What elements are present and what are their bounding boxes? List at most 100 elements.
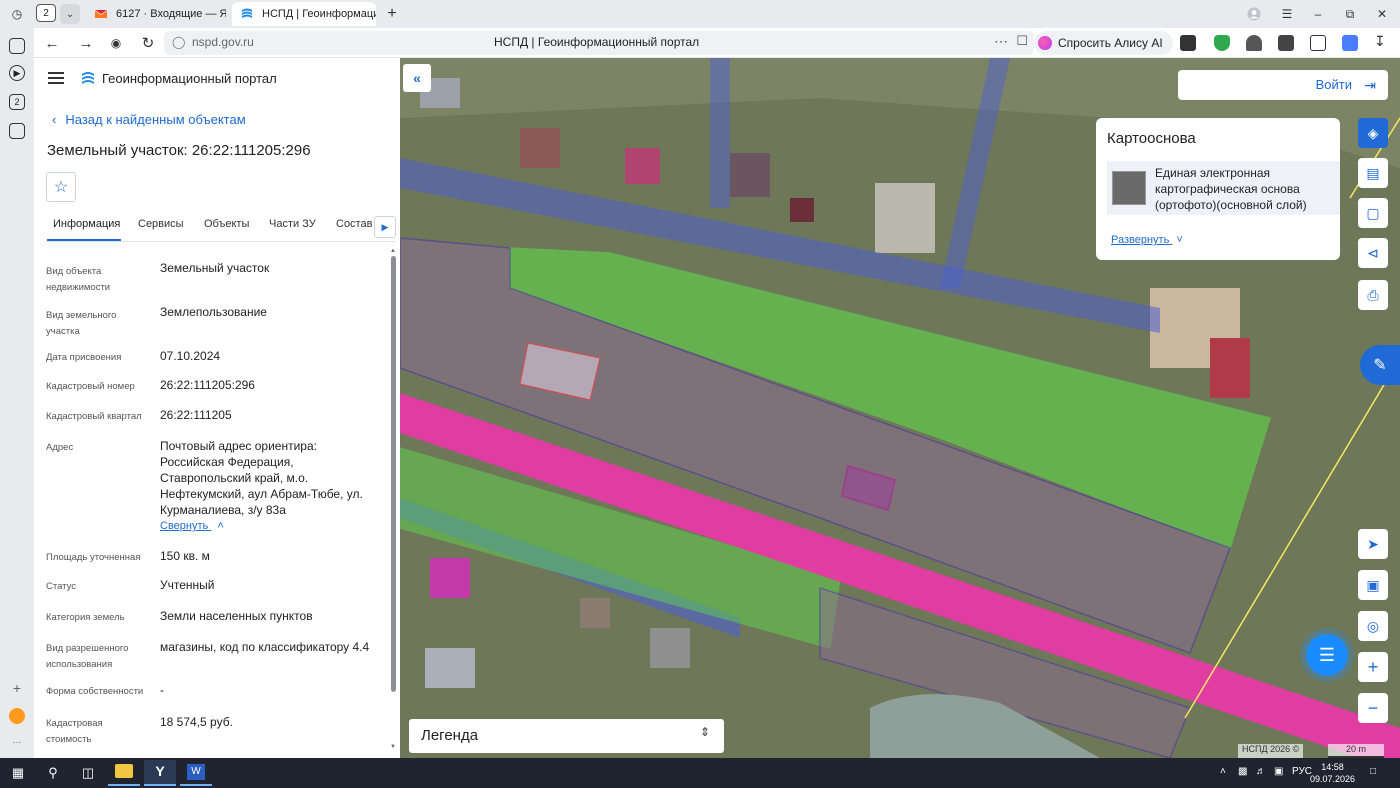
alice-label: Спросить Алису AI (1058, 36, 1163, 50)
close-window-icon[interactable]: ✕ (1368, 4, 1396, 24)
compass-button[interactable]: ◎ (1358, 611, 1388, 641)
house-roof (650, 628, 690, 668)
more-options-icon[interactable]: ⋯ (994, 33, 1008, 50)
tray-app-icon[interactable]: ▩ (1238, 766, 1247, 777)
tab-groups-icon[interactable]: 2 (9, 94, 25, 110)
alice-icon (1038, 36, 1052, 50)
compass-icon: ◎ (1366, 617, 1380, 634)
assistant-button[interactable]: ✎ (1360, 345, 1400, 385)
back-arrow-icon[interactable]: ← (42, 33, 62, 53)
tabs-scroll-right-button[interactable]: ▶ (374, 216, 396, 238)
collapse-panel-button[interactable]: « (403, 64, 431, 92)
collections-icon[interactable] (9, 38, 25, 54)
legend-dropdown[interactable]: Легенда ⇕ (409, 719, 724, 753)
tab-objects[interactable]: Объекты (204, 218, 249, 230)
select-area-button[interactable]: ▢ (1358, 198, 1388, 228)
windows-start-icon[interactable]: ▦ (8, 763, 28, 783)
house-roof (580, 598, 610, 628)
profile-icon[interactable] (1240, 4, 1268, 24)
field-value: 150 кв. м (160, 549, 210, 563)
restore-icon[interactable]: ⧉ (1336, 4, 1364, 24)
alice-button[interactable]: Спросить Алису AI (1034, 31, 1173, 55)
share-button[interactable]: ⊲ (1358, 238, 1388, 268)
field-value: Земельный участок (160, 261, 270, 275)
field-value: 26:22:111205:296 (160, 378, 255, 392)
field-value: магазины, код по классификатору 4.4 (160, 640, 370, 654)
video-icon[interactable]: ▶ (9, 65, 25, 81)
more-icon[interactable]: ⋯ (9, 734, 25, 750)
zoom-in-button[interactable]: + (1358, 652, 1388, 682)
house-roof (430, 558, 470, 598)
history-icon[interactable]: ◷ (7, 4, 27, 24)
panel-scrollbar[interactable]: ▲ ▼ (389, 248, 397, 754)
panel-tabs: Информация Сервисы Объекты Части ЗУ Сост… (46, 214, 396, 242)
network-icon[interactable]: ▣ (1274, 766, 1283, 777)
yandex-browser-app[interactable]: Y (144, 760, 176, 786)
tab-information[interactable]: Информация (53, 218, 120, 230)
yandex-mail-icon[interactable] (9, 708, 25, 724)
system-clock[interactable]: 14:58 09.07.2026 (1310, 761, 1355, 785)
tab-parts[interactable]: Части ЗУ (269, 218, 316, 230)
basemap-expand-link[interactable]: Развернуть ˅ (1111, 234, 1183, 246)
minimap-icon: ▣ (1366, 576, 1380, 593)
extension-4-icon[interactable] (1278, 35, 1294, 51)
measure-button[interactable]: ▤ (1358, 158, 1388, 188)
hamburger-menu-icon[interactable] (48, 72, 64, 84)
field-value: Земли населенных пунктов (160, 609, 313, 623)
task-view-icon[interactable]: ◫ (78, 763, 98, 783)
share-icon: ⊲ (1367, 244, 1379, 261)
tab-title: НСПД | Геоинформационный портал (262, 8, 376, 20)
portal-logo-icon (82, 72, 94, 84)
login-button[interactable]: Войти ⇥ (1178, 70, 1388, 100)
field-value: 07.10.2024 (160, 349, 221, 363)
protect-icon[interactable]: ◉ (106, 33, 126, 53)
portal-name: Геоинформационный портал (102, 71, 277, 86)
tab-count-badge[interactable]: 2 (36, 4, 56, 22)
minimap-button[interactable]: ▣ (1358, 570, 1388, 600)
favorite-star-button[interactable]: ☆ (46, 172, 76, 202)
map-view[interactable]: « Войти ⇥ Картооснова Единая электронная… (400, 58, 1400, 758)
speaker-icon[interactable]: ♬ (1256, 766, 1266, 777)
scroll-thumb[interactable] (391, 256, 396, 692)
tray-chevron-up-icon[interactable]: ˄ (1220, 766, 1226, 777)
print-button[interactable]: ⎙ (1358, 280, 1388, 310)
menu-icon[interactable]: ☰ (1273, 4, 1301, 24)
parcel-title: Земельный участок: 26:22:111205:296 (47, 142, 311, 159)
scroll-down-icon[interactable]: ▼ (390, 744, 396, 750)
tabs-dropdown-chevron-icon[interactable]: ⌄ (60, 4, 80, 24)
forward-arrow-icon[interactable]: → (76, 33, 96, 53)
tab-nspd[interactable]: НСПД | Геоинформационный портал ✕ (232, 2, 376, 26)
bookmark-icon[interactable]: ☐ (1016, 33, 1028, 49)
zoom-out-button[interactable]: − (1358, 693, 1388, 723)
url-field[interactable]: ◯ nspd.gov.ru НСПД | Геоинформационный п… (164, 31, 1034, 55)
add-panel-icon[interactable]: + (9, 680, 25, 696)
chat-button[interactable]: ☰ (1306, 634, 1348, 676)
screenshot-icon[interactable] (9, 123, 25, 139)
collapse-address-link[interactable]: Свернуть ˄ (160, 520, 224, 532)
scroll-up-icon[interactable]: ▲ (390, 248, 396, 254)
site-info-icon[interactable]: ◯ (172, 35, 185, 49)
extensions-icon[interactable] (1310, 35, 1326, 51)
reload-icon[interactable]: ↻ (138, 33, 158, 53)
my-location-button[interactable]: ➤ (1358, 529, 1388, 559)
extension-1-icon[interactable] (1180, 35, 1196, 51)
house-roof (520, 128, 560, 168)
notifications-icon[interactable]: □ (1370, 766, 1376, 777)
file-explorer-app[interactable] (108, 760, 140, 786)
word-app[interactable]: W (180, 760, 212, 786)
back-to-results-link[interactable]: ‹ Назад к найденным объектам (52, 112, 246, 127)
house-roof (1210, 338, 1250, 398)
tab-composition[interactable]: Состав (336, 218, 372, 230)
search-icon[interactable]: ⚲ (43, 763, 63, 783)
tab-services[interactable]: Сервисы (138, 218, 184, 230)
download-icon[interactable]: ↧ (1374, 33, 1390, 49)
extension-6-icon[interactable] (1342, 35, 1358, 51)
minimize-icon[interactable]: – (1304, 4, 1332, 24)
login-label: Войти (1315, 77, 1352, 92)
tab-yandex-mail[interactable]: 6127 · Входящие — Яндекс (86, 2, 226, 26)
extension-3-icon[interactable] (1246, 35, 1262, 51)
layers-button[interactable]: ◈ (1358, 118, 1388, 148)
new-tab-button[interactable]: + (382, 4, 402, 24)
shield-extension-icon[interactable] (1214, 35, 1230, 51)
basemap-layer-item[interactable]: Единая электронная картографическая осно… (1107, 161, 1340, 215)
